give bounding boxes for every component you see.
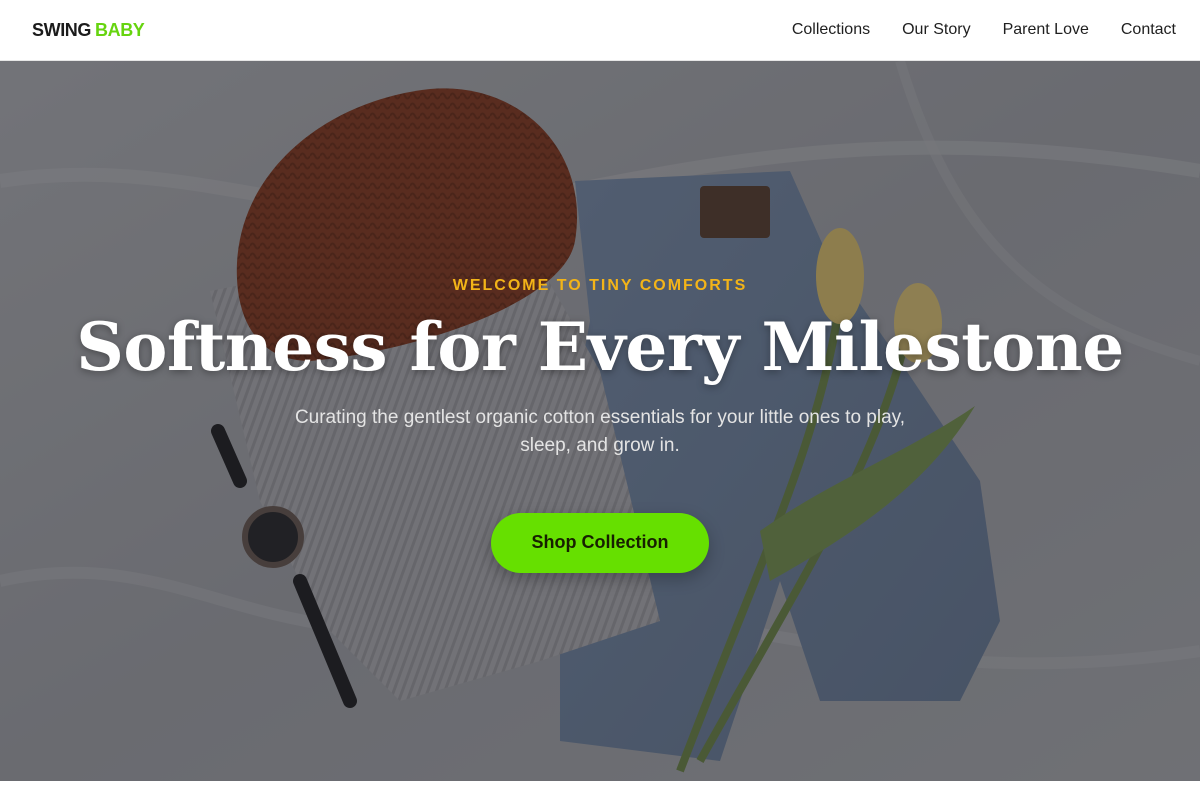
hero-eyebrow: WELCOME TO TINY COMFORTS [452,277,748,294]
hero-subtitle: Curating the gentlest organic cotton ess… [294,406,906,456]
shop-collection-button[interactable]: Shop Collection [491,512,709,573]
logo-text-baby: BABY [95,19,145,40]
site-header: SWING BABY Collections Our Story Parent … [0,0,1200,61]
nav-link-collections[interactable]: Collections [792,21,870,39]
brand-logo[interactable]: SWING BABY [32,19,145,41]
nav-link-parent-love[interactable]: Parent Love [1003,21,1089,39]
main-nav: Collections Our Story Parent Love Contac… [792,21,1176,39]
hero-title: Softness for Every Milestone [76,308,1124,386]
hero-content: WELCOME TO TINY COMFORTS Softness for Ev… [0,61,1200,781]
page-bottom-strip [0,781,1200,800]
hero-section: WELCOME TO TINY COMFORTS Softness for Ev… [0,61,1200,781]
nav-link-our-story[interactable]: Our Story [902,21,970,39]
logo-text-swing: SWING [32,19,91,40]
nav-link-contact[interactable]: Contact [1121,21,1176,39]
